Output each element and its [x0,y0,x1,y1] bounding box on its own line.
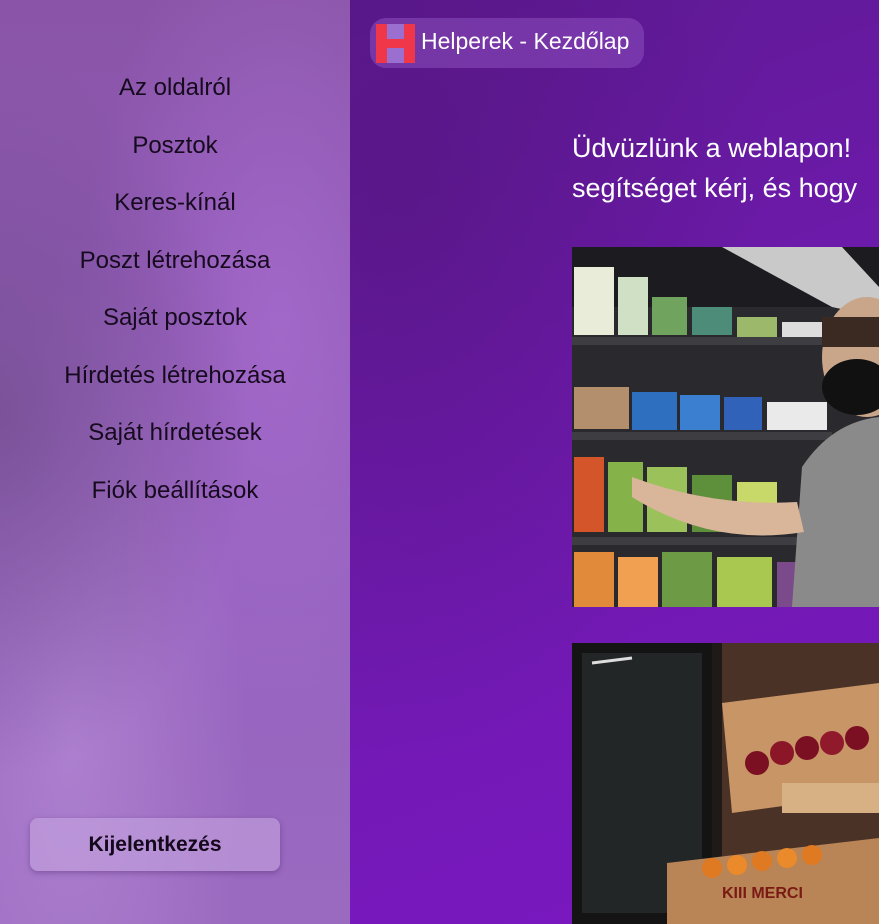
sidebar-item-account-settings[interactable]: Fiók beállítások [0,469,350,527]
sidebar-item-marketplace[interactable]: Keres-kínál [0,181,350,239]
sidebar-item-posts[interactable]: Posztok [0,124,350,182]
fruit-crates-photo: KIII MERCI [572,643,879,924]
sidebar: Az oldalról Posztok Keres-kínál Poszt lé… [0,0,350,924]
app-title: Helperek - Kezdőlap [421,28,630,54]
welcome-line-1: Üdvüzlünk a weblapon! [572,133,852,163]
sidebar-item-create-ad[interactable]: Hírdetés létrehozása [0,354,350,412]
sidebar-item-about[interactable]: Az oldalról [0,66,350,124]
crate-label-text: KIII MERCI [722,885,803,902]
app-logo-icon [376,24,415,63]
sidebar-item-my-posts[interactable]: Saját posztok [0,296,350,354]
sidebar-item-my-ads[interactable]: Saját hírdetések [0,411,350,469]
grocery-shelf-photo [572,247,879,607]
app-title-link[interactable]: Helperek - Kezdőlap [370,18,644,68]
sidebar-nav: Az oldalról Posztok Keres-kínál Poszt lé… [0,66,350,526]
logout-button[interactable]: Kijelentkezés [30,818,280,871]
welcome-line-2: segítséget kérj, és hogy [572,173,858,203]
sidebar-item-create-post[interactable]: Poszt létrehozása [0,239,350,297]
welcome-text: Üdvüzlünk a weblapon! segítséget kérj, é… [572,128,879,208]
